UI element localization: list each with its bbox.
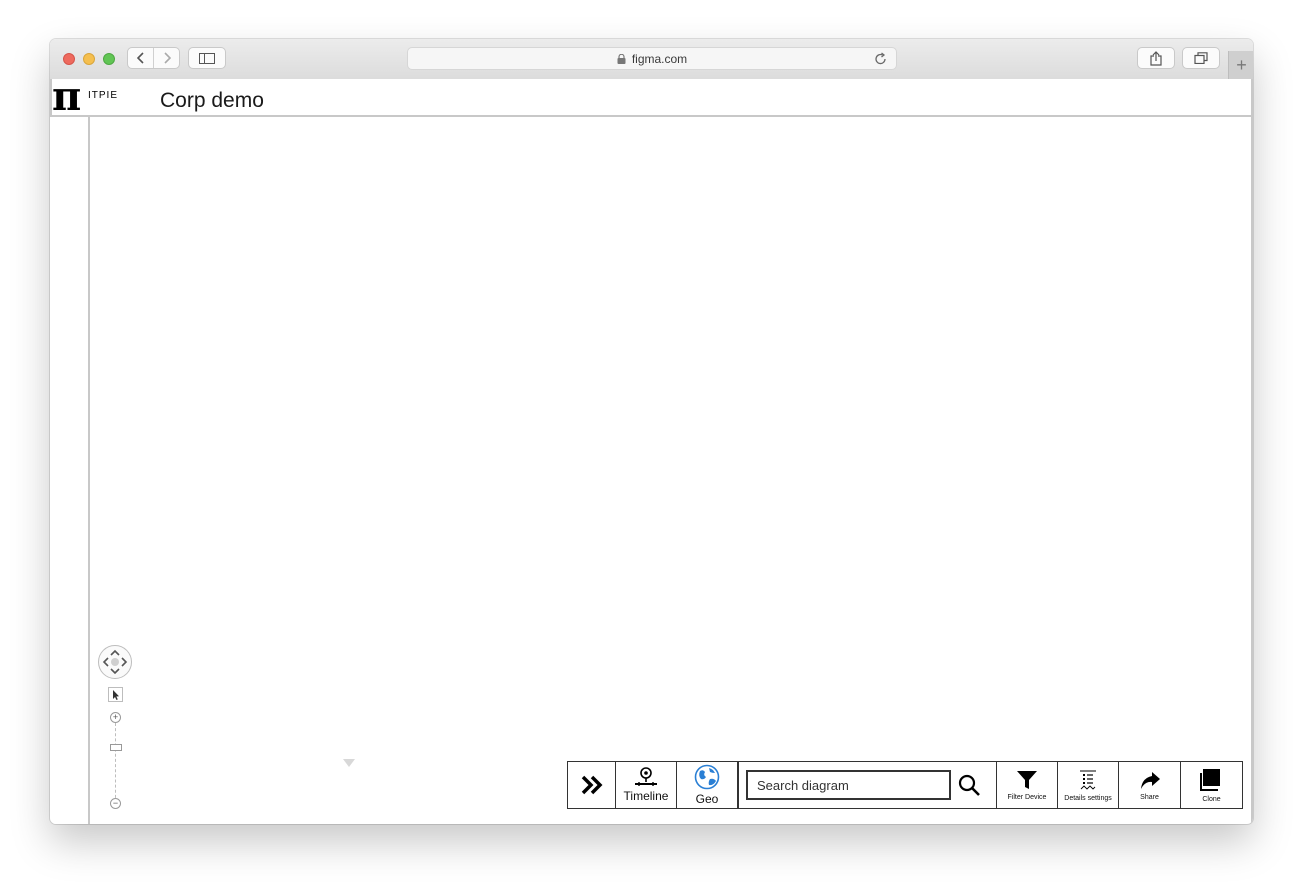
geo-button[interactable]: Geo [677, 762, 737, 808]
sidebar-icon [199, 52, 215, 64]
address-text: figma.com [631, 51, 688, 66]
browser-share-button[interactable] [1137, 47, 1175, 69]
action-toolbar: Filter Device Details settings Share C [738, 761, 1243, 809]
globe-icon [694, 764, 720, 790]
browser-window: figma.com + π ITPIE Corp demo + − Timeli… [50, 39, 1253, 824]
filter-device-label: Filter Device [1007, 793, 1047, 801]
timeline-label: Timeline [623, 789, 669, 803]
address-bar[interactable]: figma.com [407, 47, 897, 70]
plus-icon: + [1236, 54, 1247, 75]
sidebar-toggle-button[interactable] [188, 47, 226, 69]
clone-label: Clone [1202, 795, 1221, 803]
logo-text: ITPIE [88, 90, 119, 101]
chevron-right-icon [163, 52, 171, 64]
share-arrow-icon [1140, 771, 1160, 789]
details-settings-label: Details settings [1064, 794, 1112, 802]
details-settings-button[interactable]: Details settings [1058, 762, 1119, 808]
browser-toolbar: figma.com + [50, 39, 1253, 80]
share-icon [1150, 50, 1162, 66]
zoom-slider-thumb[interactable] [110, 744, 122, 751]
pan-control[interactable] [98, 645, 132, 679]
geo-label: Geo [695, 792, 719, 806]
back-button[interactable] [128, 48, 153, 68]
new-tab-button[interactable]: + [1228, 51, 1253, 79]
search-input[interactable] [746, 770, 951, 800]
timeline-button[interactable]: Timeline [616, 762, 677, 808]
zoom-window-button[interactable] [103, 53, 115, 65]
tabs-overview-button[interactable] [1182, 47, 1220, 69]
share-button[interactable]: Share [1119, 762, 1181, 808]
frame-right-border [1251, 79, 1253, 824]
clone-button[interactable]: Clone [1181, 762, 1242, 808]
filter-icon [1017, 770, 1037, 789]
lock-icon [617, 53, 626, 64]
select-tool-button[interactable] [108, 687, 123, 702]
filter-device-button[interactable]: Filter Device [997, 762, 1058, 808]
timeline-icon [635, 767, 657, 786]
clone-icon [1199, 768, 1220, 791]
left-sidebar-rail [50, 117, 90, 824]
reload-icon[interactable] [874, 52, 888, 66]
zoom-out-button[interactable]: − [110, 798, 121, 809]
app-header: π ITPIE Corp demo [50, 73, 1253, 120]
forward-button[interactable] [153, 48, 179, 68]
share-label: Share [1140, 793, 1159, 801]
search-icon[interactable] [957, 773, 981, 797]
view-toolbar: Timeline Geo [567, 761, 738, 809]
chevron-left-icon [136, 52, 144, 64]
cursor-arrow-icon [113, 690, 119, 700]
page-title: Corp demo [160, 89, 264, 112]
pan-arrows-icon [102, 649, 128, 675]
zoom-slider-track[interactable] [115, 723, 117, 803]
logo-symbol: π [52, 73, 82, 120]
tabs-overview-icon [1194, 52, 1208, 64]
search-group [739, 762, 997, 808]
close-window-button[interactable] [63, 53, 75, 65]
minimize-window-button[interactable] [83, 53, 95, 65]
collapse-arrow-icon[interactable] [343, 759, 355, 767]
back-forward-group [127, 47, 180, 69]
expand-panel-button[interactable] [568, 762, 616, 808]
list-settings-icon [1080, 770, 1096, 790]
zoom-in-button[interactable]: + [110, 712, 121, 723]
double-chevron-right-icon [581, 775, 602, 795]
itpie-logo: π ITPIE [52, 73, 132, 120]
